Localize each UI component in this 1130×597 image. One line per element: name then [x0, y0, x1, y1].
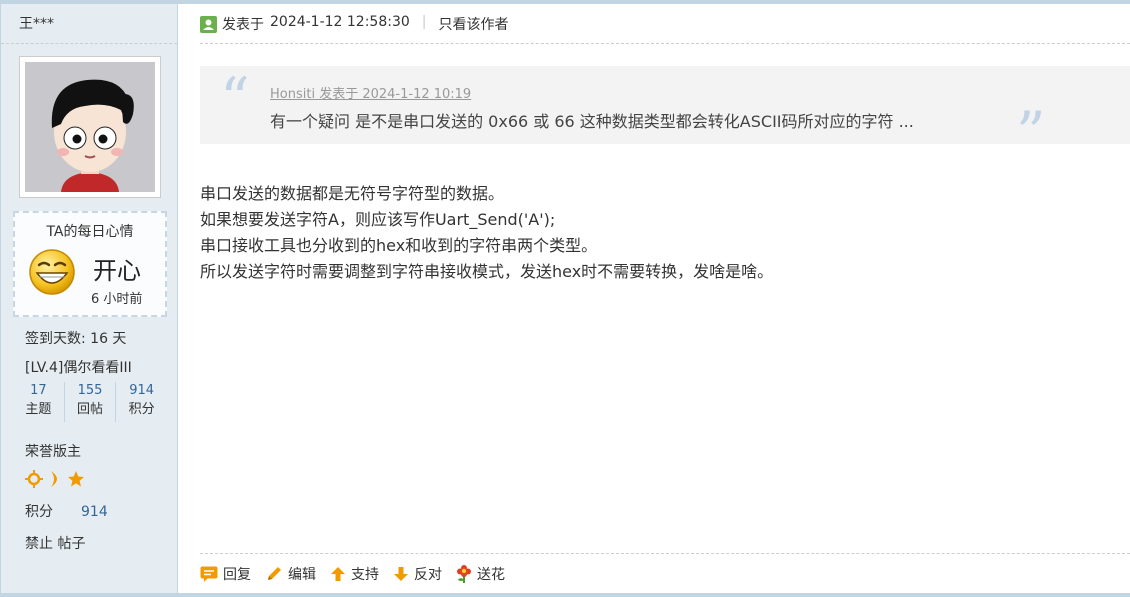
flower-icon — [457, 564, 471, 583]
stat-replies-count[interactable]: 155 — [65, 382, 116, 400]
user-stats: 17 主题 155 回帖 914 积分 — [13, 382, 167, 422]
stat-replies[interactable]: 155 回帖 — [65, 382, 117, 422]
posted-label: 发表于 — [222, 17, 264, 33]
mood-title: TA的每日心情 — [46, 224, 134, 240]
stat-threads[interactable]: 17 主题 — [13, 382, 65, 422]
only-author-link[interactable]: 只看该作者 — [439, 14, 509, 34]
pencil-icon — [268, 566, 281, 580]
reply-button[interactable]: 回复 — [200, 564, 251, 584]
username[interactable]: 王*** — [1, 4, 177, 44]
post-content: 串口发送的数据都是无符号字符型的数据。 如果想要发送字符A，则应该写作Uart_… — [200, 181, 773, 285]
arrow-down-icon — [394, 566, 408, 581]
happy-face-icon — [27, 247, 77, 301]
arrow-up-icon — [331, 566, 345, 581]
support-label: 支持 — [351, 566, 379, 583]
posted-time: 2024-1-12 12:58:30 — [270, 14, 410, 30]
stat-threads-label: 主题 — [25, 402, 52, 417]
quote-author-link[interactable]: Honsiti 发表于 2024-1-12 10:19 — [270, 83, 471, 102]
content-line: 所以发送字符时需要调整到字符串接收模式，发送hex时不需要转换，发啥是啥。 — [200, 262, 774, 281]
header-separator: | — [421, 14, 427, 30]
points-row: 积分 914 — [25, 501, 108, 521]
support-button[interactable]: 支持 — [330, 564, 379, 584]
flower-button[interactable]: 送花 — [456, 564, 505, 584]
content-line: 串口发送的数据都是无符号字符型的数据。 — [200, 184, 505, 203]
user-group[interactable]: 荣誉版主 — [25, 441, 81, 461]
quote-block: “ Honsiti 发表于 2024-1-12 10:19 有一个疑问 是不是串… — [200, 65, 1130, 162]
checkin-days: 签到天数: 16 天 — [25, 331, 127, 347]
edit-label: 编辑 — [288, 566, 316, 583]
mood-time: 6 小时前 — [91, 292, 143, 307]
content-line: 串口接收工具也分收到的hex和收到的字符串两个类型。 — [200, 236, 598, 255]
stat-replies-label: 回帖 — [77, 402, 104, 417]
user-links[interactable]: 禁止 帖子 — [25, 533, 85, 553]
open-quote-icon: “ — [220, 65, 250, 133]
flower-label: 送花 — [477, 566, 505, 583]
close-quote-icon: ” — [1016, 99, 1046, 167]
edit-button[interactable]: 编辑 — [265, 564, 316, 584]
stat-threads-count[interactable]: 17 — [13, 382, 64, 400]
stat-points[interactable]: 914 积分 — [116, 382, 167, 422]
points-value[interactable]: 914 — [81, 504, 108, 520]
content-line: 如果想要发送字符A，则应该写作Uart_Send('A'); — [200, 210, 556, 229]
bottom-border — [0, 593, 1130, 597]
oppose-button[interactable]: 反对 — [393, 564, 442, 584]
online-user-icon — [200, 16, 217, 33]
moon-icon — [51, 471, 57, 487]
star-icon — [68, 471, 84, 487]
mood-text: 开心 — [93, 257, 141, 285]
reply-icon — [200, 566, 218, 582]
stat-points-label: 积分 — [128, 402, 155, 417]
user-level[interactable]: [LV.4]偶尔看看III — [25, 357, 132, 377]
oppose-label: 反对 — [414, 566, 442, 583]
sun-icon — [25, 470, 43, 488]
daily-mood: TA的每日心情 开心 6 小时前 — [13, 211, 167, 317]
avatar-image — [25, 62, 155, 192]
post-header: 发表于 2024-1-12 12:58:30 | 只看该作者 — [200, 14, 1130, 44]
stat-points-count[interactable]: 914 — [116, 382, 167, 400]
reply-label: 回复 — [223, 566, 251, 583]
rank-icons — [25, 470, 85, 488]
avatar[interactable] — [19, 56, 161, 198]
quote-text: 有一个疑问 是不是串口发送的 0x66 或 66 这种数据类型都会转化ASCII… — [270, 112, 914, 131]
points-label: 积分 — [25, 504, 53, 520]
user-sidebar: 王*** TA的每日心情 开心 6 小时前 签到天数: 16 天 [LV.4]偶… — [0, 4, 178, 593]
post-actions: 回复 编辑 支持 反对 送花 — [200, 553, 1130, 593]
